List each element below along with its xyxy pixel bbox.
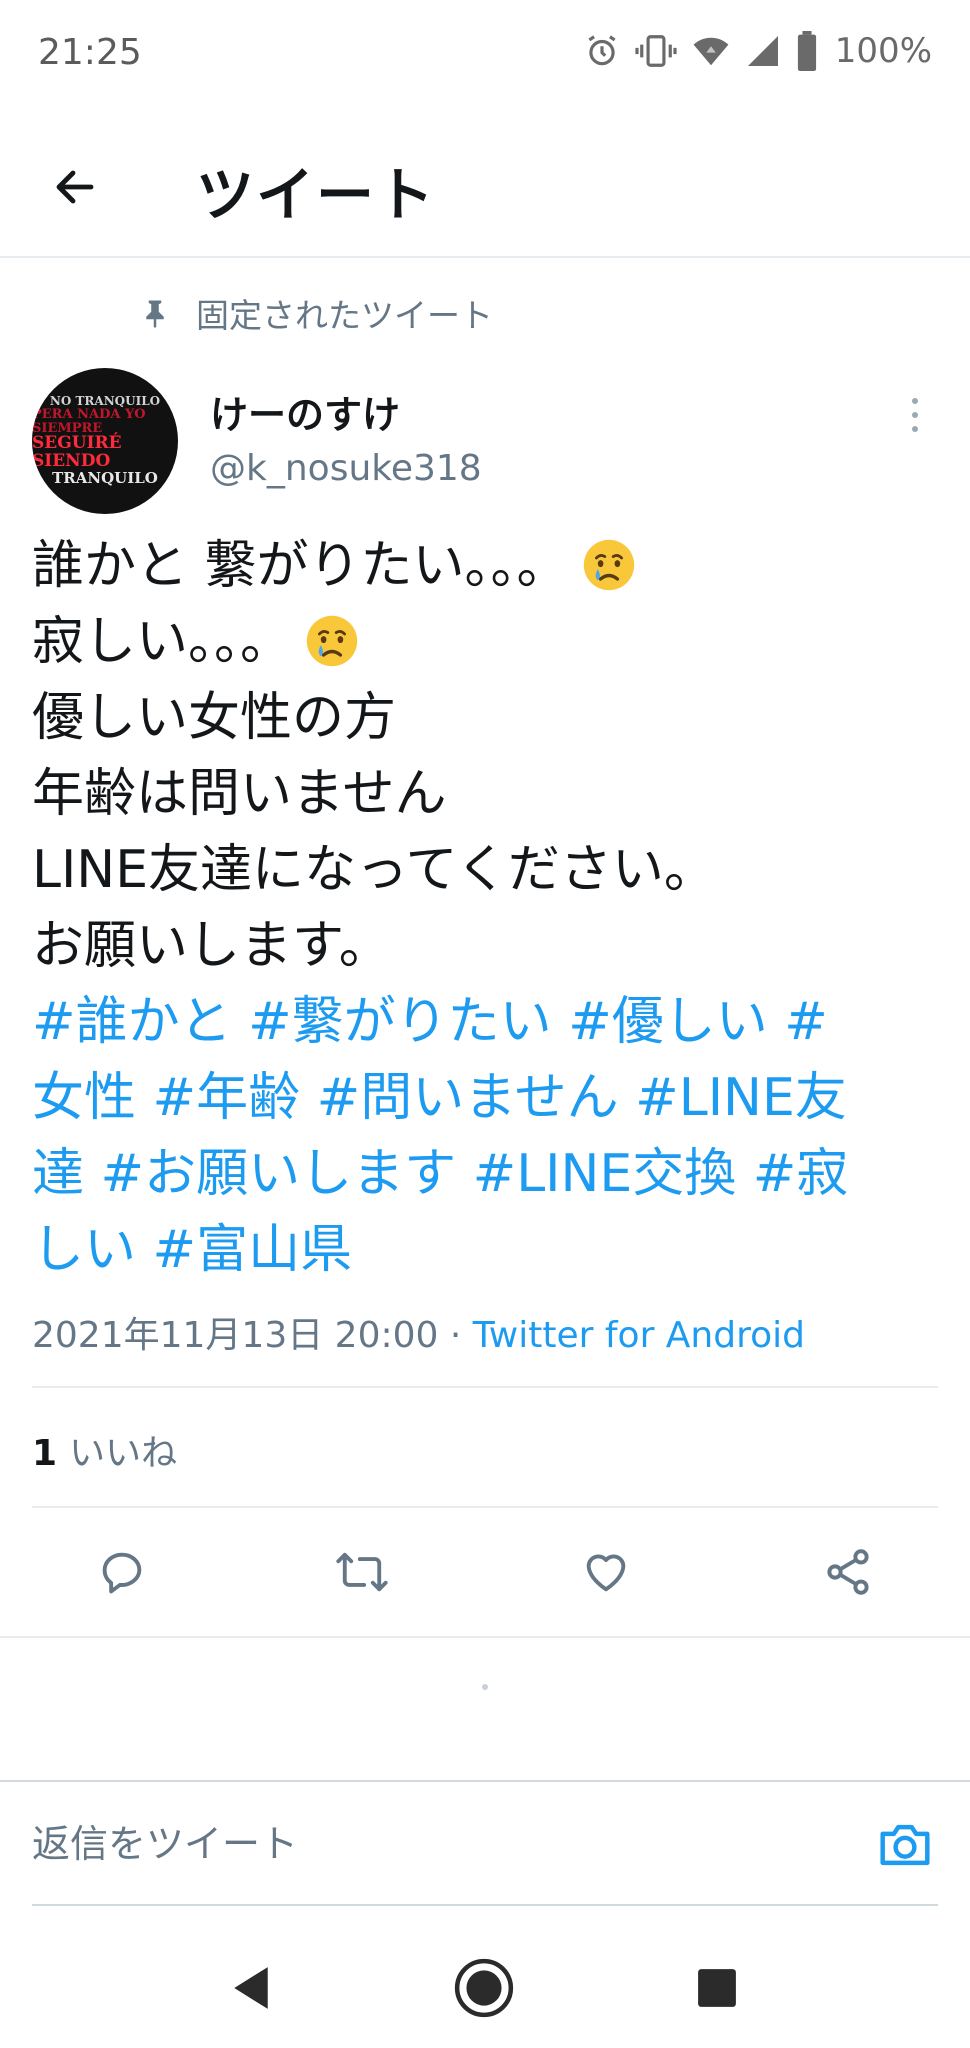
wifi-icon (693, 37, 729, 66)
hashtag-line[interactable]: #誰かと #繋がりたい #優しい # (32, 984, 944, 1060)
alarm-icon (588, 35, 616, 66)
tweet-meta: 2021年11月13日 20:00 · Twitter for Android (32, 1306, 805, 1358)
avatar-text-line: SEGUIRÉ SIENDO (32, 433, 122, 472)
avatar-image: NO TRANQUILO PERA NADA YO SIEMPRE SEGUIR… (32, 368, 178, 514)
divider (0, 1636, 970, 1638)
pin-icon (146, 300, 164, 328)
page-title: ツイート (196, 161, 437, 229)
camera-button[interactable] (870, 1810, 940, 1880)
tweet-timestamp[interactable]: 2021年11月13日 20:00 · (32, 1315, 461, 1356)
reply-input[interactable] (32, 1804, 832, 1884)
nav-home-icon (454, 1958, 514, 2018)
tweet-line-text: 寂しい。。。 (32, 612, 293, 672)
vibrate-icon (635, 35, 677, 67)
reply-bar (0, 1780, 970, 1904)
like-button[interactable] (566, 1532, 646, 1612)
tweet-line: 寂しい。。。 (32, 604, 944, 680)
crying-face-emoji (583, 539, 634, 591)
avatar-text-line: TRANQUILO (52, 468, 158, 487)
likes-stat[interactable]: 1 いいね (32, 1424, 177, 1476)
more-dot (912, 398, 918, 404)
divider (32, 1506, 938, 1508)
tweet-line: 誰かと 繋がりたい。。。 (32, 528, 944, 604)
reply-button[interactable] (82, 1532, 162, 1612)
pinned-label: 固定されたツイート (196, 296, 493, 335)
tweet-line: 優しい女性の方 (32, 688, 397, 748)
status-bar: 21:25 100% (0, 0, 970, 110)
tweet-header: ツイート (0, 110, 970, 258)
like-icon (586, 1554, 626, 1592)
signal-icon (747, 36, 778, 66)
author-handle[interactable]: @k_nosuke318 (210, 448, 482, 489)
hashtag-block: #誰かと #繋がりたい #優しい # 女性 #年齢 #問いません #LINE友 … (32, 984, 944, 1288)
crying-face-emoji (306, 615, 358, 667)
back-button[interactable] (40, 152, 110, 222)
hashtag-line[interactable]: 女性 #年齢 #問いません #LINE友 (32, 1060, 944, 1136)
nav-back-button[interactable] (206, 1948, 296, 2028)
hashtag-line[interactable]: しい #富山県 (32, 1212, 944, 1288)
avatar-text-line: PERA NADA YO SIEMPRE (32, 406, 146, 436)
share-icon (827, 1549, 869, 1595)
share-button[interactable] (808, 1532, 888, 1612)
avatar[interactable]: NO TRANQUILO PERA NADA YO SIEMPRE SEGUIR… (32, 368, 178, 514)
retweet-button[interactable] (322, 1532, 402, 1612)
nav-recents-icon (698, 1969, 736, 2007)
author-display-name[interactable]: けーのすけ (210, 384, 400, 439)
tweet-actions (0, 1532, 970, 1612)
pinned-tweet-indicator: 固定されたツイート (140, 288, 493, 338)
nav-recents-button[interactable] (672, 1948, 762, 2028)
reply-underline (32, 1904, 938, 1906)
divider (32, 1386, 938, 1388)
more-options-button[interactable] (900, 390, 930, 440)
tweet-text: 誰かと 繋がりたい。。。 寂しい。。。 優しい女性の方 年齢は問いません LIN… (32, 528, 944, 1288)
tweet-source-link[interactable]: Twitter for Android (473, 1315, 805, 1356)
likes-label: いいね (69, 1433, 178, 1474)
nav-back-icon (234, 1967, 268, 2009)
battery-percent: 100% (834, 31, 932, 71)
status-icons: 100% (583, 28, 932, 74)
retweet-icon (336, 1552, 388, 1592)
tweet-line-text: 誰かと 繋がりたい。。。 (32, 536, 569, 596)
loading-indicator (482, 1684, 488, 1690)
system-nav-bar (0, 1920, 970, 2048)
tweet-line: お願いします。 (32, 916, 391, 976)
back-arrow-icon (56, 170, 94, 204)
more-dot (912, 426, 918, 432)
camera-icon (880, 1824, 930, 1866)
likes-count: 1 (32, 1433, 58, 1474)
status-time: 21:25 (38, 32, 142, 73)
reply-icon (102, 1552, 142, 1594)
tweet-line: 年齢は問いません (32, 764, 447, 824)
battery-icon (797, 31, 816, 71)
more-dot (912, 412, 918, 418)
hashtag-line[interactable]: 達 #お願いします #LINE交換 #寂 (32, 1136, 944, 1212)
tweet-line: LINE友達になってください。 (32, 840, 716, 900)
nav-home-button[interactable] (439, 1948, 529, 2028)
